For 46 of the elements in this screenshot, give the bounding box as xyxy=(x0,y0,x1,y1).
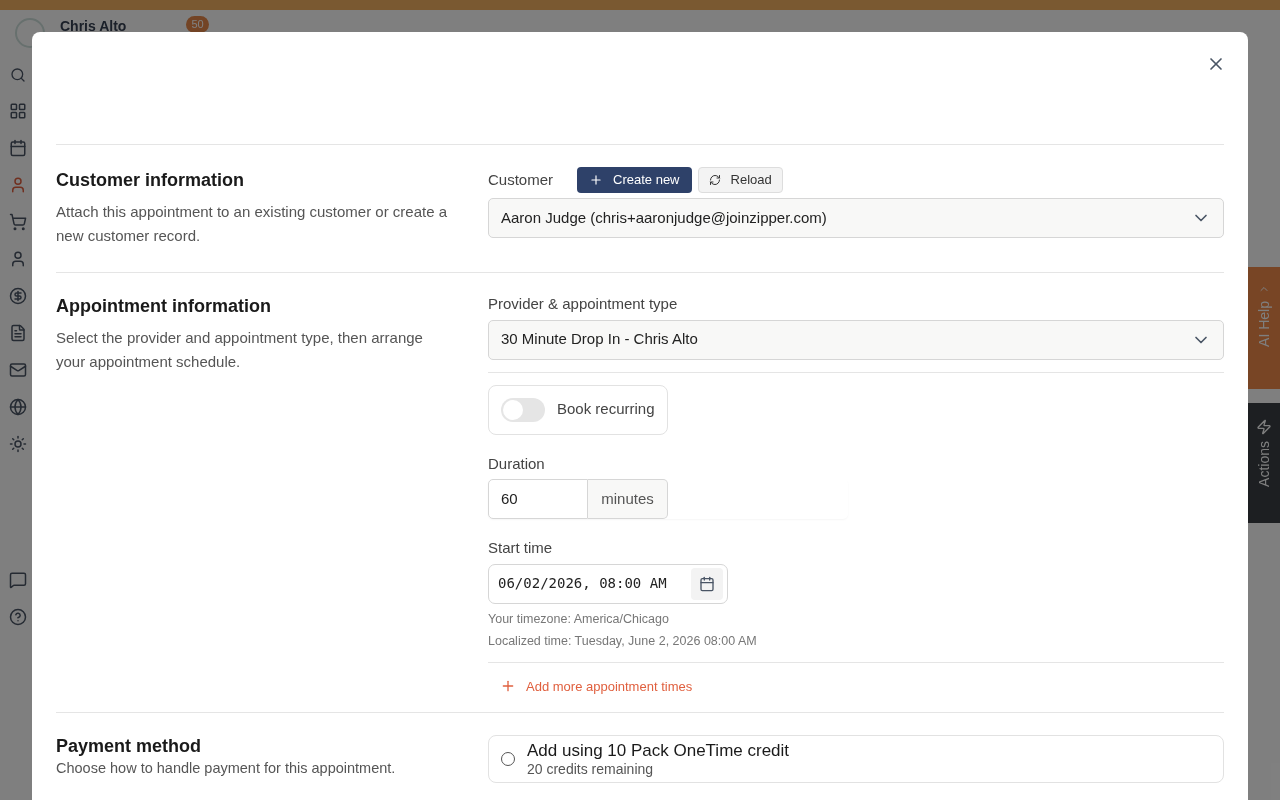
recurring-toggle[interactable] xyxy=(501,397,545,422)
person-icon[interactable] xyxy=(9,250,27,268)
cart-icon[interactable] xyxy=(9,213,27,231)
customer-select[interactable]: Aaron Judge (chris+aaronjudge@joinzipper.com) xyxy=(488,198,1224,238)
create-new-button[interactable]: Create new xyxy=(577,167,692,193)
user-name: Chris Alto xyxy=(60,17,127,36)
reload-button[interactable]: Reload xyxy=(697,167,783,193)
toggle-label: Book recurring xyxy=(557,399,655,420)
document-icon[interactable] xyxy=(9,324,27,342)
calendar-button[interactable] xyxy=(691,567,723,600)
globe-icon[interactable] xyxy=(9,398,27,416)
notification-count: 50 xyxy=(186,16,209,33)
grid-icon[interactable] xyxy=(9,102,27,120)
coin-icon[interactable] xyxy=(9,287,27,305)
calendar-icon[interactable] xyxy=(9,139,27,157)
timezone-text: Your timezone: America/Chicago xyxy=(488,610,670,628)
section-description: Choose how to handle payment for this appointment. xyxy=(56,759,397,778)
start-time-field[interactable]: 06/02/2026, 08:00 AM xyxy=(488,563,728,604)
option-title: Add using 10 Pack OneTime credit xyxy=(527,740,790,761)
plus-icon xyxy=(589,173,604,187)
section-title: Appointment information xyxy=(56,295,272,318)
section-description: Select the provider and appointment type, then arrange your appointment schedule. xyxy=(56,328,424,372)
lightning-icon xyxy=(1256,419,1272,435)
section-title: Customer information xyxy=(56,169,245,192)
person-icon[interactable] xyxy=(9,176,27,194)
chat-icon[interactable] xyxy=(9,571,27,589)
duration-input[interactable]: 60 xyxy=(488,479,588,519)
localized-time-text: Localized time: Tuesday, June 2, 2026 08:00 AM xyxy=(488,632,758,650)
payment-option-card[interactable]: Add using 10 Pack OneTime credit 20 credits remaining xyxy=(488,735,1224,783)
option-subtitle: 20 credits remaining xyxy=(527,761,655,778)
add-times-link[interactable]: Add more appointment times xyxy=(500,676,693,696)
mail-icon[interactable] xyxy=(9,361,27,379)
refresh-icon xyxy=(708,174,721,186)
calendar-icon xyxy=(699,575,715,592)
sun-icon[interactable] xyxy=(9,435,27,453)
provider-select[interactable]: 30 Minute Drop In - Chris Alto xyxy=(488,319,1224,360)
field-label: Start time xyxy=(488,538,554,558)
help-icon[interactable] xyxy=(9,608,27,626)
field-label: Duration xyxy=(488,453,546,474)
search-icon[interactable] xyxy=(10,67,26,83)
unit-label: minutes xyxy=(588,479,668,519)
section-title: Payment method xyxy=(56,735,203,757)
section-description: Attach this appointment to an existing customer or create a new customer record. xyxy=(56,202,448,246)
side-tab[interactable]: Actions xyxy=(1248,403,1280,523)
field-label: Customer xyxy=(488,169,554,190)
field-label: Provider & appointment type xyxy=(488,294,679,314)
